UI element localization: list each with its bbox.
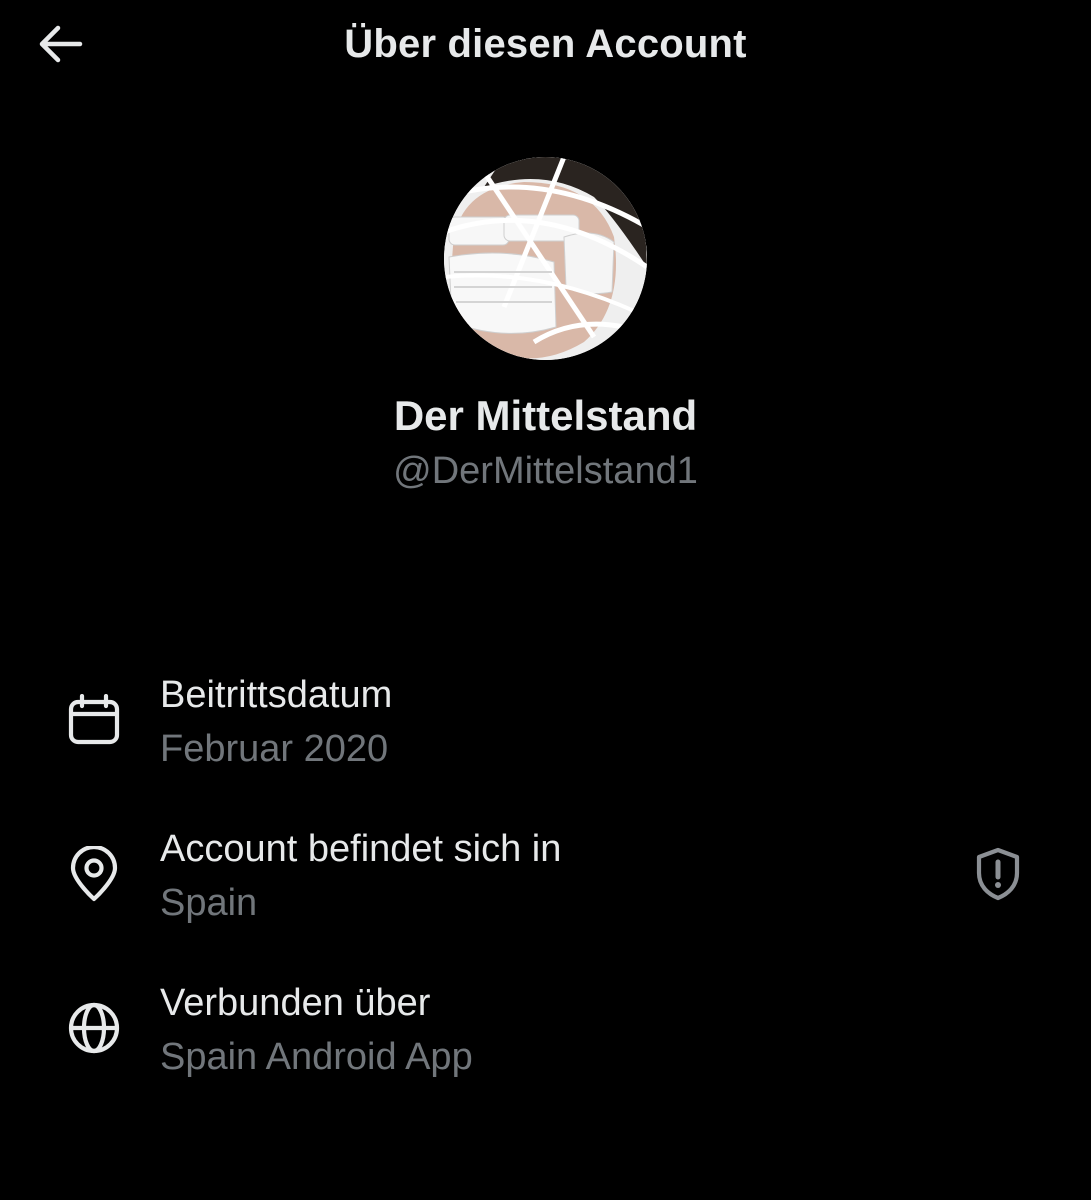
account-location-value: Spain (160, 882, 258, 924)
location-info-button[interactable] (968, 846, 1028, 906)
display-name: Der Mittelstand (393, 392, 698, 439)
avatar[interactable] (444, 157, 647, 360)
user-handle: @DerMittelstand1 (393, 450, 698, 492)
calendar-icon (66, 692, 122, 748)
connected-via-label: Verbunden über (160, 982, 431, 1024)
account-location-row: Account befindet sich in Spain (0, 826, 1091, 946)
joined-date-row: Beitrittsdatum Februar 2020 (0, 672, 1091, 792)
joined-date-value: Februar 2020 (160, 728, 389, 770)
connected-via-value: Spain Android App (160, 1036, 473, 1078)
globe-icon (66, 1000, 122, 1056)
account-location-label: Account befindet sich in (160, 828, 562, 870)
shield-alert-icon (974, 847, 1022, 906)
connected-via-row: Verbunden über Spain Android App (0, 980, 1091, 1100)
location-pin-icon (66, 846, 122, 902)
top-app-bar: Über diesen Account (0, 0, 1091, 92)
joined-date-label: Beitrittsdatum (160, 674, 393, 716)
page-title: Über diesen Account (344, 22, 747, 66)
